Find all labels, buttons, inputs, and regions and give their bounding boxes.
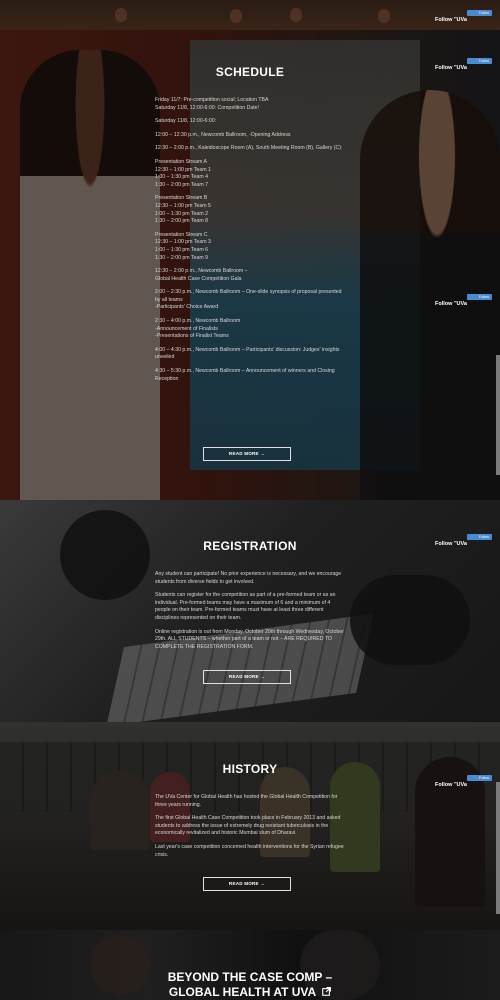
schedule-text: 2:30 – 4:00 p.m., Newcomb Ballroom -Annou… (155, 318, 241, 340)
schedule-text: 12:30 – 2:00 p.m., Kaleidoscope Room (A)… (155, 145, 343, 152)
follow-chip[interactable]: Follow (467, 10, 492, 16)
beyond-title-line2[interactable]: GLOBAL HEALTH AT UVA (0, 985, 500, 1000)
schedule-stream-c: Presentation Stream C 12:30 – 1:00 pm Tea… (155, 231, 211, 261)
audience-head (115, 8, 127, 22)
scrollbar-thumb[interactable] (496, 782, 500, 914)
schedule-text: 12:00 – 12:30 p.m., Newcomb Ballroom, -O… (155, 131, 291, 138)
schedule-text: 12:30 – 2:00 p.m., Newcomb Ballroom – Glo… (155, 268, 248, 282)
schedule-text: 2:00 – 2:30 p.m., Newcomb Ballroom – One… (155, 289, 342, 311)
beyond-title-line1[interactable]: BEYOND THE CASE COMP – (0, 970, 500, 985)
audience-head (378, 9, 390, 23)
schedule-title: SCHEDULE (215, 65, 285, 79)
schedule-section: Follow Follow "UVa Follow Follow "UVa SC… (0, 30, 500, 500)
schedule-body: Friday 11/7: Pre-competition social; Loc… (155, 97, 345, 389)
top-strip: Follow Follow "UVa (0, 0, 500, 30)
history-body: The UVa Center for Global Health has hos… (155, 794, 345, 865)
schedule-stream-b: Presentation Stream B 12:30 – 1:00 pm Tea… (155, 195, 211, 225)
schedule-stream-a: Presentation Stream A 12:30 – 1:00 pm Tea… (155, 158, 211, 188)
schedule-text: 4:00 – 4:30 p.m., Newcomb Ballroom – Par… (155, 346, 340, 361)
schedule-read-more-button[interactable]: READ MORE → (203, 447, 291, 461)
follow-widget[interactable]: Follow Follow "UVa (435, 294, 493, 307)
schedule-text: 4:30 – 5:30 p.m., Newcomb Ballroom – Ann… (155, 368, 335, 382)
follow-widget[interactable]: Follow Follow "UVa (435, 10, 493, 23)
audience-head (230, 9, 242, 23)
follow-label[interactable]: Follow "UVa (435, 782, 493, 788)
registration-read-more-button[interactable]: READ MORE → (203, 670, 291, 684)
registration-paragraph: Online registration is out from Monday, … (155, 628, 344, 650)
follow-label[interactable]: Follow "UVa (435, 301, 493, 307)
history-paragraph: Last year's case competition concerned h… (155, 843, 344, 858)
scrollbar-thumb[interactable] (496, 355, 500, 475)
registration-body: Any student can participate! No prior ex… (155, 571, 345, 657)
beyond-section: BEYOND THE CASE COMP – GLOBAL HEALTH AT … (0, 930, 500, 1000)
follow-label[interactable]: Follow "UVa (435, 17, 493, 23)
history-section: Follow Follow "UVa HISTORY The UVa Cente… (0, 722, 500, 930)
registration-paragraph: Students can register for the competitio… (155, 592, 336, 621)
registration-paragraph: Any student can participate! No prior ex… (155, 571, 342, 585)
follow-widget[interactable]: Follow Follow "UVa (435, 775, 493, 788)
external-link-icon[interactable] (322, 985, 332, 1000)
registration-title: REGISTRATION (203, 539, 297, 553)
audience-head (290, 8, 302, 22)
follow-chip[interactable]: Follow (467, 294, 492, 300)
history-paragraph: The first Global Health Case Competition… (155, 815, 341, 837)
registration-section: Follow Follow "UVa REGISTRATION Any stud… (0, 500, 500, 722)
schedule-text: Friday 11/7: Pre-competition social; Loc… (155, 97, 269, 111)
history-paragraph: The UVa Center for Global Health has hos… (155, 794, 338, 808)
history-read-more-button[interactable]: READ MORE → (203, 877, 291, 891)
schedule-text: Saturday 11/8, 12:00-6:00: (155, 118, 217, 125)
beyond-title[interactable]: BEYOND THE CASE COMP – GLOBAL HEALTH AT … (0, 970, 500, 1000)
history-title: HISTORY (222, 762, 278, 776)
follow-chip[interactable]: Follow (467, 58, 492, 64)
